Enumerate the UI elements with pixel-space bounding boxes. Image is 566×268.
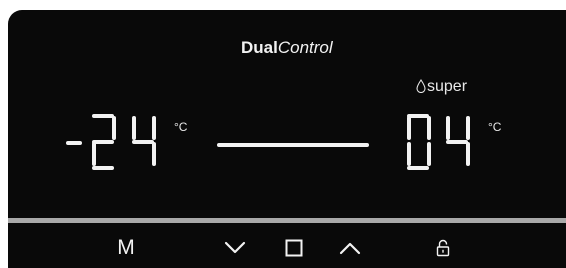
droplet-icon [416,79,426,93]
lock-button[interactable] [429,234,457,262]
brand-logo: DualControl [241,38,333,57]
super-label: super [427,78,468,95]
mode-button[interactable]: M [109,234,143,262]
temperature-divider-bar [217,143,369,147]
square-icon [285,239,303,257]
chevron-up-icon [339,242,361,255]
up-button[interactable] [335,234,365,262]
chevron-down-icon [224,241,246,254]
down-button[interactable] [220,234,250,262]
control-panel: DualControl super °C °C M [8,10,566,268]
freezer-unit: °C [174,120,188,134]
super-mode-indicator: super [416,78,467,96]
select-button[interactable] [280,234,308,262]
minus-sign [66,141,82,145]
panel-divider [8,218,566,223]
unlock-icon [436,239,450,257]
fridge-unit: °C [488,120,502,134]
